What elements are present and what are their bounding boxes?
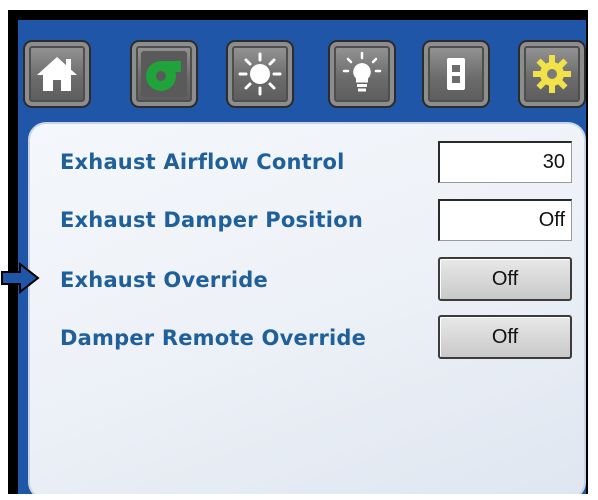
- device-frame: Exhaust Airflow Control 30 Exhaust Dampe…: [8, 10, 588, 494]
- tab-home[interactable]: [23, 40, 91, 108]
- damper-remote-override-button[interactable]: Off: [438, 315, 572, 359]
- light-bulb-icon: [339, 51, 385, 97]
- switch-panel-icon: [433, 51, 479, 97]
- exhaust-damper-position-field[interactable]: Off: [438, 199, 572, 241]
- sun-icon: [237, 51, 283, 97]
- fan-icon: [141, 51, 187, 97]
- home-icon: [34, 51, 80, 97]
- tab-switch[interactable]: [422, 40, 490, 108]
- settings-panel: Exhaust Airflow Control 30 Exhaust Dampe…: [28, 122, 586, 494]
- exhaust-airflow-control-label: Exhaust Airflow Control: [60, 150, 345, 174]
- exhaust-override-label: Exhaust Override: [60, 268, 268, 292]
- nav-bar: [18, 20, 586, 132]
- exhaust-damper-position-label: Exhaust Damper Position: [60, 208, 363, 232]
- selection-arrow-icon: [1, 262, 40, 294]
- tab-fan[interactable]: [130, 40, 198, 108]
- settings-gear-icon: [529, 51, 575, 97]
- tab-settings[interactable]: [518, 40, 586, 108]
- exhaust-override-button[interactable]: Off: [438, 257, 572, 301]
- exhaust-airflow-control-field[interactable]: 30: [438, 141, 572, 183]
- screen: Exhaust Airflow Control 30 Exhaust Dampe…: [18, 20, 586, 494]
- tab-light[interactable]: [328, 40, 396, 108]
- tab-sun[interactable]: [226, 40, 294, 108]
- damper-remote-override-label: Damper Remote Override: [60, 326, 367, 350]
